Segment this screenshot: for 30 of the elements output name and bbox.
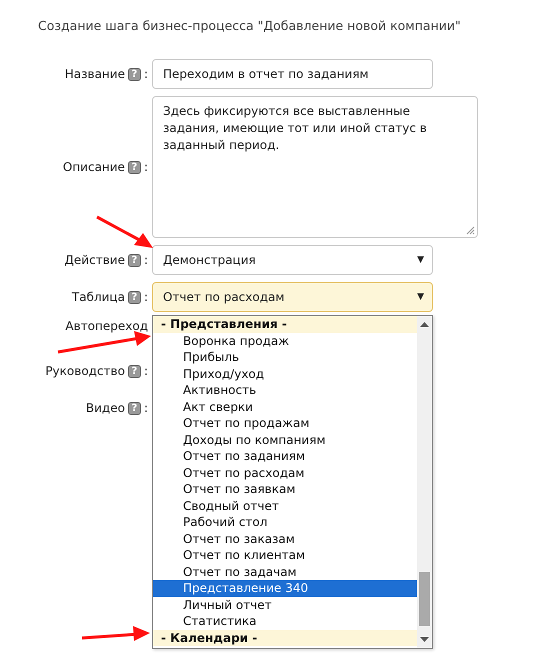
dropdown-option[interactable]: Представление 340 — [153, 580, 417, 596]
page-title: Создание шага бизнес-процесса "Добавление новой компании" — [38, 17, 462, 35]
scrollbar-thumb[interactable] — [419, 572, 430, 626]
field-label: Руководство — [45, 364, 125, 378]
description-textarea[interactable]: Здесь фиксируются все выставленные задания, имеющие тот или иной статус в заданный период. — [152, 96, 478, 238]
resize-grip-icon[interactable] — [466, 226, 475, 235]
colon: : — [144, 160, 148, 174]
field-label: Видео — [86, 401, 125, 415]
field-label: Описание — [62, 160, 125, 174]
dropdown-option[interactable]: Личный отчет — [153, 596, 417, 613]
scroll-up-icon[interactable] — [420, 322, 429, 327]
field-label: Таблица — [72, 290, 125, 304]
field-label: Автопереход — [65, 319, 148, 333]
dropdown-option[interactable]: Воронка продаж — [153, 332, 417, 349]
field-label: Название — [64, 67, 125, 81]
select-field[interactable]: Отчет по расходам ▼ — [152, 282, 433, 312]
option-group-header[interactable]: - Представления - — [153, 316, 417, 332]
scrollbar[interactable] — [417, 316, 432, 648]
colon: : — [144, 401, 148, 415]
pointer-arrow — [82, 626, 150, 641]
option-group-header[interactable]: - Календари - — [153, 630, 417, 646]
select-field[interactable]: Демонстрация ▼ — [152, 245, 433, 275]
name-input[interactable]: Переходим в отчет по заданиям — [152, 59, 433, 89]
pointer-arrow — [96, 216, 153, 248]
field-label: Действие — [64, 253, 125, 267]
colon: : — [144, 364, 148, 378]
colon: : — [144, 253, 148, 267]
colon: : — [144, 290, 148, 304]
scroll-down-icon[interactable] — [420, 637, 429, 642]
colon: : — [144, 67, 148, 81]
